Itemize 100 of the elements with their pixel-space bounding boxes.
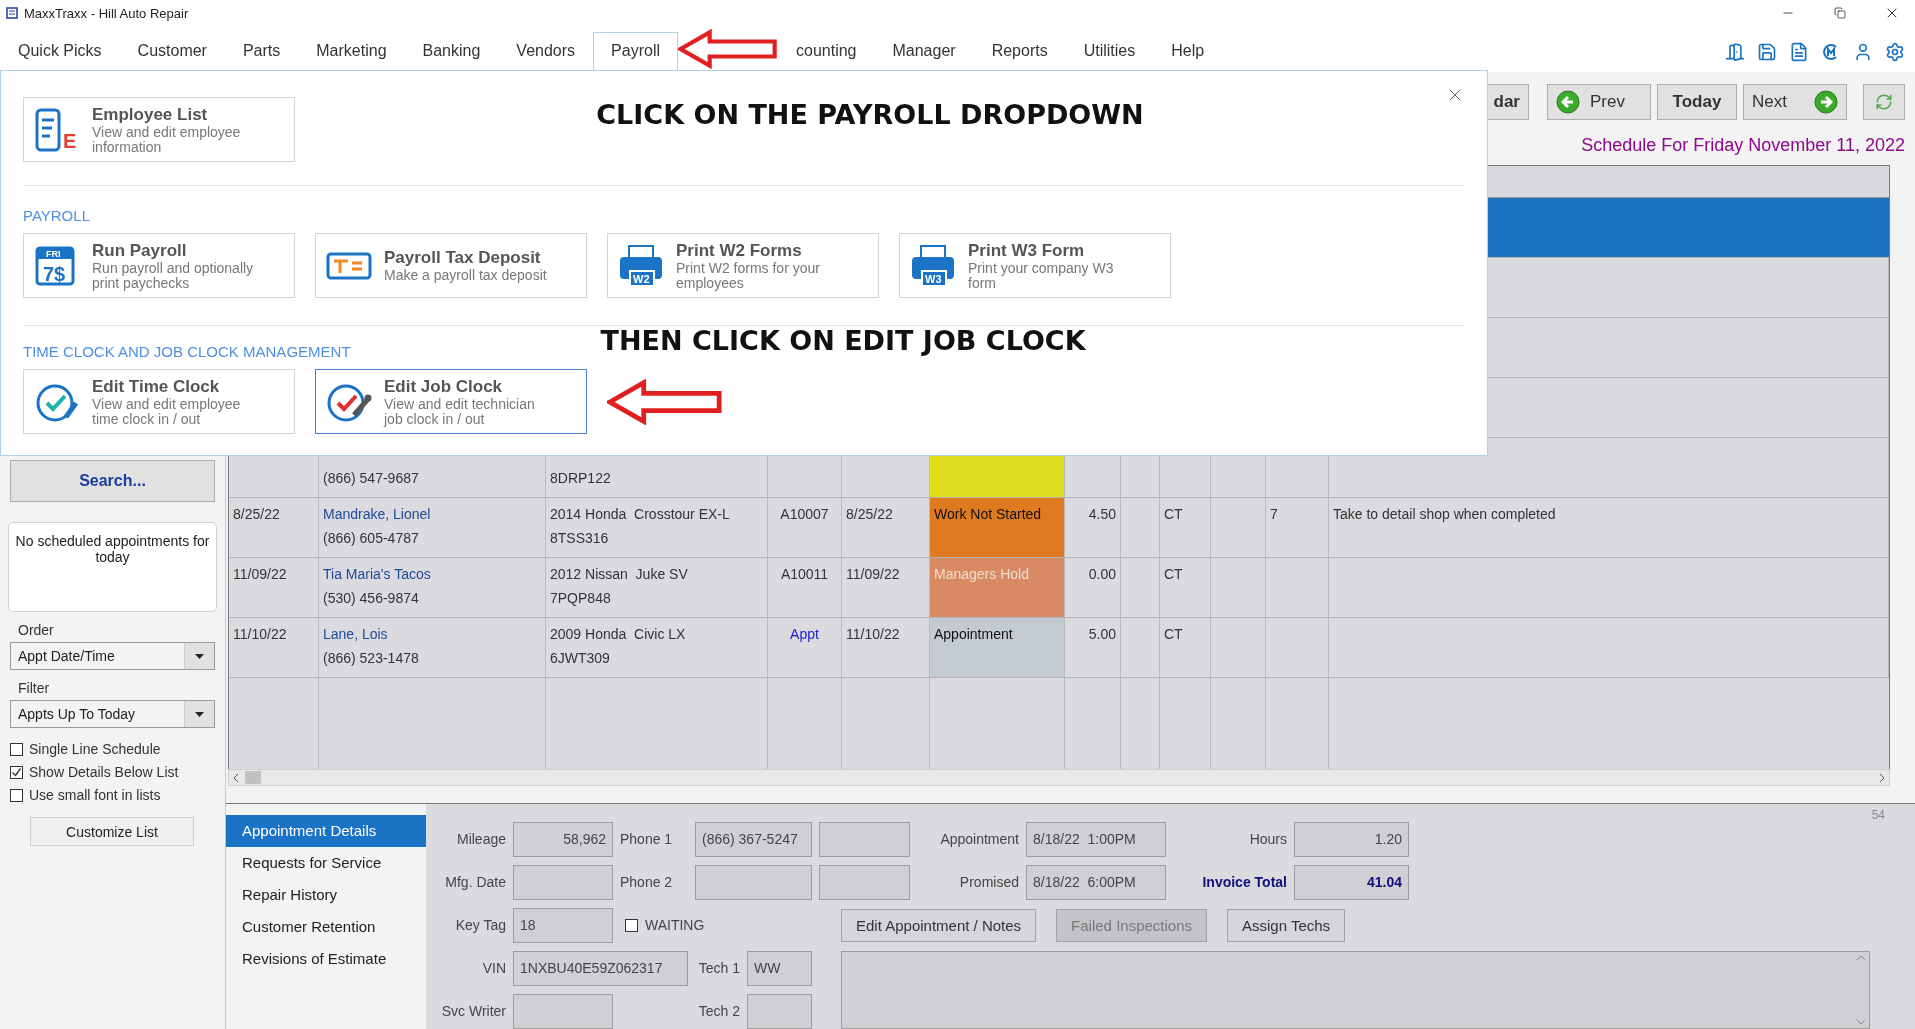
tech-text: CT <box>1164 564 1183 584</box>
input-field[interactable] <box>819 822 910 857</box>
table-row[interactable]: 11/10/22 Lane, Lois (866) 523-1478 2009 Honda Civic LX 6JWT309 Appt 11/10/22 Appointment 5.00 CT <box>229 617 1889 678</box>
nav-item[interactable]: Customer Retention <box>226 911 426 943</box>
order-select[interactable]: Appt Date/Time <box>10 642 215 670</box>
customer-link[interactable]: Lane, Lois <box>323 621 388 646</box>
input-field[interactable]: 18 <box>513 908 613 943</box>
menu-tile[interactable]: Edit Job Clock View and edit technician job clock in / out <box>315 369 587 434</box>
scroll-down-icon[interactable] <box>1857 1020 1865 1025</box>
next-button[interactable]: Next <box>1743 84 1847 120</box>
today-button[interactable]: Today <box>1657 84 1737 120</box>
input-field[interactable]: 1NXBU40E59Z062317 <box>513 951 688 986</box>
phone-number: (866) 605-4787 <box>323 528 419 548</box>
date-text: 11/09/22 <box>233 564 287 584</box>
plate-number: 6JWT309 <box>550 648 610 668</box>
nav-item[interactable]: Revisions of Estimate <box>226 943 426 975</box>
field-label: Order <box>18 622 55 638</box>
nav-item[interactable]: Repair History <box>226 879 426 911</box>
hours-text: 5.00 <box>1088 624 1116 644</box>
refresh-icon <box>1875 93 1893 111</box>
input-field[interactable]: 58,962 <box>513 822 613 857</box>
scroll-left-icon[interactable] <box>233 773 239 782</box>
checkbox[interactable] <box>10 788 23 802</box>
tile-description: Print W2 forms for your employees <box>676 260 821 291</box>
tile-description: Print your company W3 form <box>968 260 1115 291</box>
checkbox[interactable] <box>10 765 23 779</box>
nav-item[interactable]: Requests for Service <box>226 847 426 879</box>
section-heading: TIME CLOCK AND JOB CLOCK MANAGEMENT <box>23 343 351 360</box>
scrollbar-thumb[interactable] <box>245 771 261 785</box>
app-icon <box>6 7 18 19</box>
instruction-text: CLICK ON THE PAYROLL DROPDOWN <box>595 98 1145 130</box>
appointment-link[interactable]: Appt <box>790 621 819 646</box>
menu-tile[interactable]: FRI 7$ Run Payroll Run payroll and optionally print paychecks <box>23 233 295 298</box>
field-label: Tech 1 <box>698 960 740 977</box>
input-field[interactable]: WW <box>747 951 812 986</box>
input-field[interactable] <box>695 865 812 900</box>
user-icon[interactable] <box>1853 42 1873 62</box>
input-field[interactable]: 8/18/22 1:00PM <box>1026 822 1166 857</box>
checkbox-label: Single Line Schedule <box>29 741 161 757</box>
date-text: 11/10/22 <box>233 624 287 644</box>
checkbox[interactable] <box>625 919 638 932</box>
date-text: 11/09/22 <box>846 564 900 584</box>
table-row[interactable]: 8/25/22 Mandrake, Lionel (866) 605-4787 2014 Honda Crosstour EX-L 8TSS316 A10007 8/25/22 Work Not Started 4.50 CT 7 Take to detail shop when completed <box>229 497 1889 558</box>
date-text: 11/10/22 <box>846 624 900 644</box>
plate-number: 8DRP122 <box>550 468 611 488</box>
scroll-right-icon[interactable] <box>1879 773 1885 782</box>
notes-text: Take to detail shop when completed <box>1333 504 1556 524</box>
nav-item[interactable]: Appointment Details <box>226 815 426 847</box>
menu-item[interactable]: Payroll <box>593 32 678 72</box>
filter-select[interactable]: Appts Up To Today <box>10 700 215 728</box>
field-label: Phone 2 <box>620 874 673 891</box>
input-field[interactable] <box>819 865 910 900</box>
action-button[interactable]: Edit Appointment / Notes <box>841 909 1037 942</box>
input-field[interactable] <box>513 865 613 900</box>
phone-number: (866) 547-9687 <box>323 468 419 488</box>
menu-tile[interactable]: W2 Print W2 Forms Print W2 forms for your employees <box>607 233 879 298</box>
field-label: VIN <box>482 960 506 977</box>
input-field[interactable]: 41.04 <box>1294 865 1409 900</box>
plate-number: 7PQP848 <box>550 588 611 608</box>
action-button[interactable]: Assign Techs <box>1227 909 1346 942</box>
customer-link[interactable]: Tia Maria's Tacos <box>323 561 431 586</box>
caret-icon <box>195 653 204 659</box>
menu-tile[interactable]: E Employee List View and edit employee information <box>23 97 295 162</box>
tile-title: Edit Job Clock <box>384 376 504 397</box>
refresh-button[interactable] <box>1863 84 1905 120</box>
input-field[interactable] <box>747 994 812 1029</box>
caret-icon <box>195 711 204 717</box>
scroll-up-icon[interactable] <box>1857 955 1865 960</box>
checkbox-label: Show Details Below List <box>29 764 179 780</box>
tile-title: Print W3 Form <box>968 240 1086 261</box>
settings-icon[interactable] <box>1885 42 1905 62</box>
vehicle-text: 2012 Nissan Juke SV <box>550 564 688 584</box>
document-icon[interactable] <box>1789 42 1809 62</box>
tile-description: View and edit employee information <box>92 124 242 155</box>
checkbox-label: WAITING <box>645 917 705 934</box>
menu-tile[interactable]: W3 Print W3 Form Print your company W3 form <box>899 233 1171 298</box>
phone-number: (530) 456-9874 <box>323 588 419 608</box>
checkbox[interactable] <box>10 742 23 756</box>
field-label: Mfg. Date <box>445 874 506 891</box>
menu-tile[interactable]: Edit Time Clock View and edit employee time clock in / out <box>23 369 295 434</box>
search-button[interactable]: Search... <box>10 460 215 502</box>
table-row[interactable]: 11/09/22 Tia Maria's Tacos (530) 456-9874 2012 Nissan Juke SV 7PQP848 A10011 11/09/22 Managers Hold 0.00 CT <box>229 557 1889 618</box>
input-field[interactable] <box>513 994 613 1029</box>
phone-number: (866) 523-1478 <box>323 648 419 668</box>
tile-title: Payroll Tax Deposit <box>384 248 542 268</box>
customer-link[interactable]: Mandrake, Lionel <box>323 501 431 526</box>
input-field[interactable]: 1.20 <box>1294 822 1409 857</box>
input-field[interactable]: (866) 367-5247 <box>695 822 812 857</box>
input-field[interactable]: 8/18/22 6:00PM <box>1026 865 1166 900</box>
prev-button[interactable]: Prev <box>1547 84 1651 120</box>
tile-title: Print W2 Forms <box>676 240 803 261</box>
date-text: 8/25/22 <box>233 504 280 524</box>
save-icon[interactable] <box>1757 42 1777 62</box>
menu-tile[interactable]: Payroll Tax Deposit Make a payroll tax deposit <box>315 233 587 298</box>
field-label: Svc Writer <box>441 1003 506 1020</box>
field-label: Key Tag <box>455 917 506 934</box>
notes-field[interactable] <box>841 951 1870 1029</box>
door-icon[interactable] <box>1725 42 1745 62</box>
customize-button[interactable]: Customize List <box>30 817 194 846</box>
checkbox-label: Use small font in lists <box>29 787 161 803</box>
